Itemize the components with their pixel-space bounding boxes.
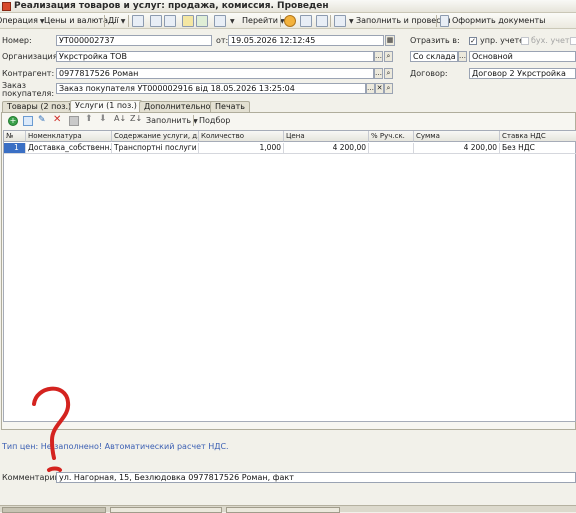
separator [436,15,437,27]
reflect-label: Отразить в: [410,36,460,45]
customer-order-field[interactable]: Заказ покупателя УТ000002916 від 18.05.2… [56,83,366,94]
separator [193,115,194,126]
tab-additional[interactable]: Дополнительно [139,101,216,112]
make-documents-button[interactable]: Оформить документы [452,15,545,27]
question-mark-annotation [32,386,71,472]
search-icon[interactable]: ⌕ [384,83,393,94]
services-table[interactable]: № Номенклатура Содержание услуги, д... К… [3,130,576,422]
search-icon[interactable]: ⌕ [384,68,393,79]
column-header-manual-discount[interactable]: % Руч.ск. [369,131,414,142]
column-header-service-content[interactable]: Содержание услуги, д... [112,131,199,142]
mgmt-accounting-label: упр. учете [480,36,525,45]
extra-checkbox[interactable] [570,37,576,45]
fill-menu[interactable]: Заполнить ▼ [146,116,198,125]
taskbar-window-button[interactable] [226,507,340,513]
sum-cell[interactable]: 4 200,00 [414,143,500,154]
add-row-icon[interactable]: + [8,116,18,126]
refresh-icon[interactable] [164,15,176,27]
number-field[interactable]: УТ000002737 [56,35,212,46]
edit-row-icon[interactable]: ✎ [38,115,46,125]
sort-ascending-icon[interactable]: A↓ [114,114,126,123]
help-icon[interactable] [284,15,296,27]
search-icon[interactable]: ⌕ [384,51,393,62]
structure-menu-caret[interactable]: ▼ [228,15,235,27]
document-icon [440,15,449,27]
quantity-cell[interactable]: 1,000 [199,143,284,154]
tab-services[interactable]: Услуги (1 поз.) [70,100,142,112]
column-header-quantity[interactable]: Количество [199,131,284,142]
column-header-price[interactable]: Цена [284,131,369,142]
contract-label: Договор: [410,69,448,78]
ellipsis-icon[interactable]: … [458,51,467,62]
column-header-sum[interactable]: Сумма [414,131,500,142]
price-cell[interactable]: 4 200,00 [284,143,369,154]
separator [330,15,331,27]
print-icon[interactable] [334,15,346,27]
app-icon [2,2,11,11]
tab-print[interactable]: Печать [210,101,250,112]
mgmt-accounting-checkbox[interactable]: ✓ [469,37,477,45]
clear-icon[interactable]: ✕ [375,83,384,94]
separator [280,15,281,27]
list-icon[interactable] [300,15,312,27]
post-icon[interactable] [182,15,194,27]
acc-accounting-label: бух. учете [531,36,575,45]
warehouse-field[interactable]: Основной [469,51,576,62]
comment-field[interactable]: ул. Нагорная, 15, Безлюдовка 0977817526 … [56,472,576,483]
taskbar [0,505,576,513]
column-header-vat-rate[interactable]: Ставка НДС [500,131,576,142]
unpost-icon[interactable] [196,15,208,27]
window-title: Реализация товаров и услуг: продажа, ком… [14,1,329,11]
organization-field[interactable]: Укрстройка ТОВ [56,51,374,62]
service-content-cell[interactable]: Транспортні послуги [112,143,199,154]
order-label-line2: покупателя: [2,89,55,98]
contractor-label: Контрагент: [2,69,55,78]
selection-button[interactable]: Подбор [199,116,230,125]
sort-descending-icon[interactable]: Z↓ [130,114,142,123]
ellipsis-icon[interactable]: … [366,83,375,94]
window-titlebar: Реализация товаров и услуг: продажа, ком… [0,0,576,13]
ellipsis-icon[interactable]: … [374,68,383,79]
separator [128,15,129,27]
column-header-number[interactable]: № [4,131,26,142]
goto-menu[interactable]: Перейти ▼ [242,15,285,27]
date-field[interactable]: 19.05.2026 12:12:45 [228,35,384,46]
chevron-down-icon: ▼ [120,18,126,25]
number-label: Номер: [2,36,32,45]
contractor-field[interactable]: 0977817526 Роман [56,68,374,79]
ellipsis-icon[interactable]: … [374,51,383,62]
vat-rate-cell[interactable]: Без НДС [500,143,576,154]
separator [104,15,105,27]
structure-icon[interactable] [214,15,226,27]
column-header-nomenclature[interactable]: Номенклатура [26,131,112,142]
copy-icon[interactable] [150,15,162,27]
nomenclature-cell[interactable]: Доставка_собственн... [26,143,112,154]
calendar-icon[interactable]: ▦ [385,35,395,46]
manual-discount-cell[interactable] [369,143,414,154]
actions-menu[interactable]: Дії ▼ [108,15,125,27]
taskbar-window-button[interactable] [2,507,106,513]
table-icon[interactable] [316,15,328,27]
date-label: от: [216,36,229,45]
copy-row-icon[interactable] [23,116,33,126]
tab-goods[interactable]: Товары (2 поз.) [2,101,77,112]
contract-field[interactable]: Договор 2 Укрстройка [469,68,576,79]
organization-label: Организация: [2,52,61,61]
new-document-icon[interactable] [132,15,144,27]
move-down-icon[interactable]: ⬇ [99,114,107,124]
delete-row-icon[interactable]: ✕ [53,114,61,125]
print-menu-caret[interactable]: ▼ [347,15,354,27]
row-number-cell[interactable]: 1 [4,143,26,154]
move-up-icon[interactable]: ⬆ [85,114,93,124]
toolbar: Операция ▼ Цены и валюта... Дії ▼ ▼ Перейт… [0,13,576,29]
warehouse-type-field[interactable]: Со склада [410,51,458,62]
operation-menu[interactable]: Операция ▼ [0,15,45,27]
taskbar-window-button[interactable] [110,507,222,513]
end-edit-icon[interactable] [69,116,79,126]
acc-accounting-checkbox[interactable] [521,37,529,45]
